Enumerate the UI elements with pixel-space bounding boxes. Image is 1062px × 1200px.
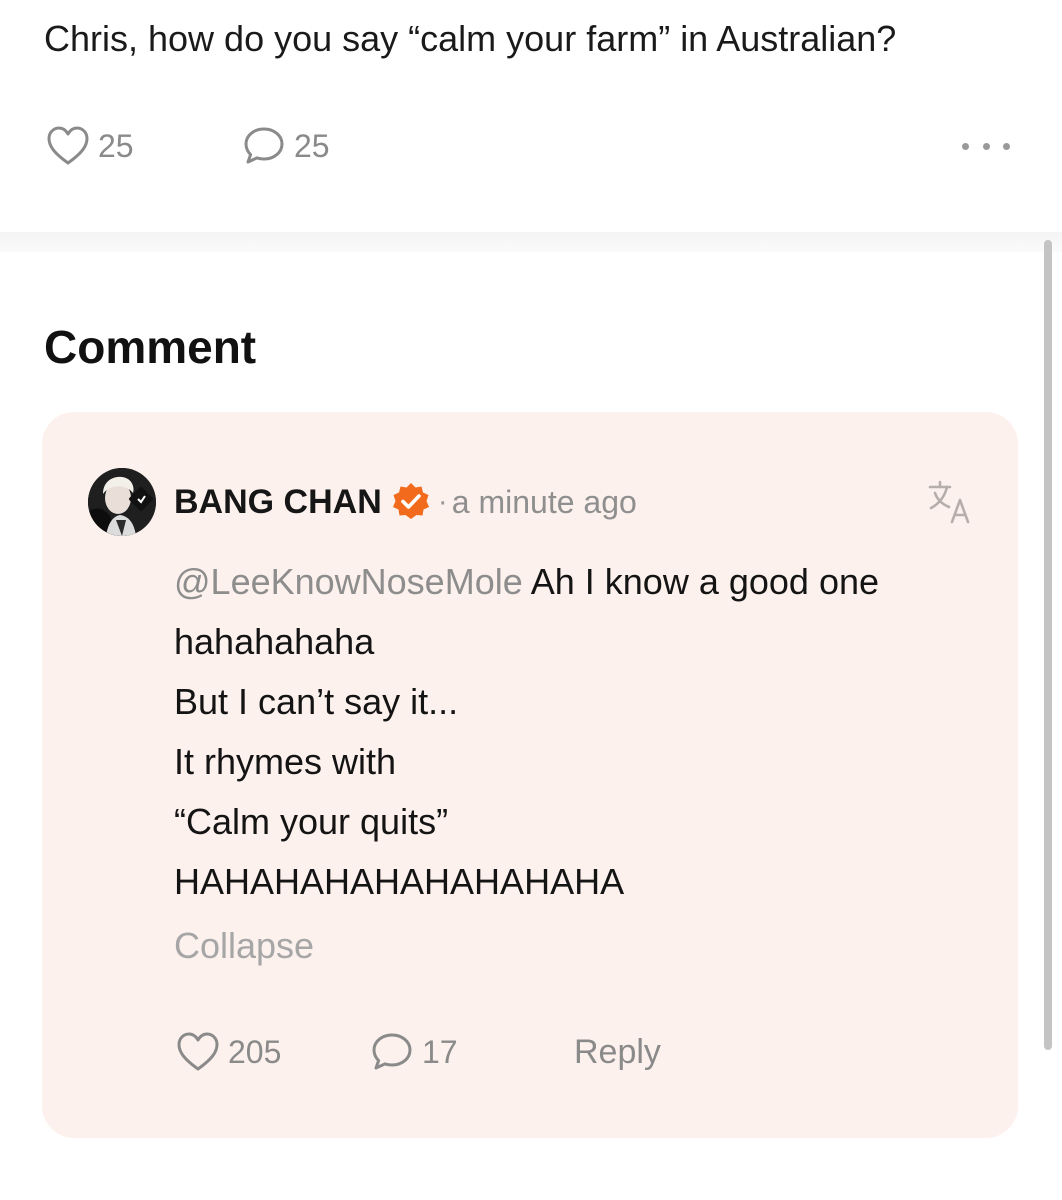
comment-line: It rhymes with <box>174 741 397 782</box>
speech-bubble-icon <box>244 127 284 164</box>
post-like-button[interactable]: 25 <box>44 120 134 172</box>
community-post-page: Chris, how do you say “calm your farm” i… <box>0 0 1062 1200</box>
verified-badge-icon <box>392 483 429 519</box>
more-options-button[interactable] <box>954 128 1018 164</box>
section-divider <box>0 232 1062 252</box>
post-comment-button[interactable]: 25 <box>240 120 330 172</box>
comment-like-count: 205 <box>228 1033 282 1070</box>
collapse-button[interactable]: Collapse <box>174 916 314 976</box>
mention-link[interactable]: @LeeKnowNoseMole <box>174 561 523 602</box>
comment-section-title: Comment <box>44 321 257 373</box>
heart-icon <box>177 1032 219 1071</box>
heart-icon <box>47 126 89 165</box>
post-like-count: 25 <box>98 127 134 164</box>
comment-actions-bar: 205 17 Reply <box>174 1026 734 1078</box>
post-actions-bar: 25 25 <box>44 120 1018 172</box>
comment-text-first: Ah I know a good one <box>522 561 880 602</box>
comment-body: @LeeKnowNoseMole Ah I know a good one ha… <box>174 552 994 912</box>
avatar[interactable] <box>88 468 156 536</box>
comment-line: But I can’t say it... <box>174 681 459 722</box>
post-text: Chris, how do you say “calm your farm” i… <box>44 18 897 59</box>
comment-line: hahahahaha <box>174 621 375 662</box>
comment-line: “Calm your quits” <box>174 801 449 842</box>
comment-like-button[interactable]: 205 <box>174 1026 281 1078</box>
comment-reply-count-button[interactable]: 17 <box>368 1026 458 1078</box>
comment-line-1: @LeeKnowNoseMole Ah I know a good one <box>174 552 994 612</box>
avatar-photo <box>88 468 156 536</box>
author-name[interactable]: BANG CHAN <box>174 483 382 522</box>
comment-timestamp: a minute ago <box>451 483 637 520</box>
speech-bubble-icon <box>372 1033 412 1070</box>
translate-icon[interactable] <box>924 476 976 528</box>
comment-author-row: BANG CHAN · a minute ago <box>174 480 637 524</box>
comment-card: BANG CHAN · a minute ago @LeeKnowNoseMol… <box>42 412 1018 1138</box>
post-comment-count: 25 <box>294 127 330 164</box>
scrollbar[interactable] <box>1044 240 1052 1050</box>
separator-dot: · <box>437 485 448 518</box>
reply-button[interactable]: Reply <box>574 1026 661 1078</box>
comment-reply-count: 17 <box>422 1033 458 1070</box>
ellipsis-icon <box>962 142 969 150</box>
comment-line: HAHAHAHAHAHAHAHAHA <box>174 861 625 902</box>
